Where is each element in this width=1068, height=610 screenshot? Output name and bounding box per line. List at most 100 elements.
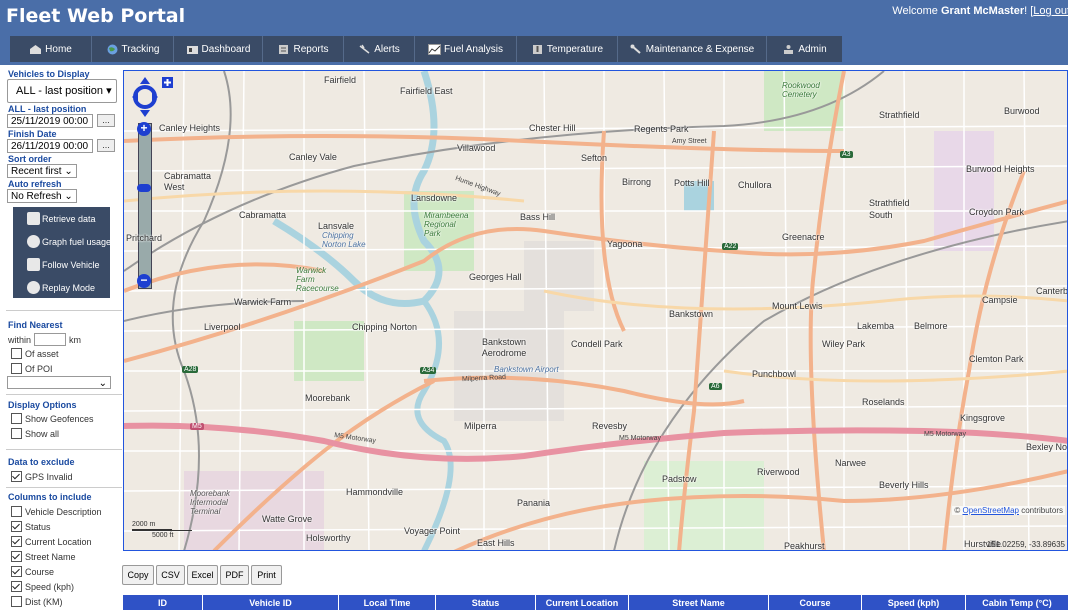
of-poi-label: Of POI xyxy=(25,363,53,374)
credit-suffix: contributors xyxy=(1018,506,1063,515)
checkbox-checked[interactable] xyxy=(11,566,22,577)
map-label: Lansdowne xyxy=(411,193,458,203)
map-canvas xyxy=(124,71,1067,550)
welcome-prefix: Welcome xyxy=(892,5,941,17)
graph-fuel-button[interactable]: Graph fuel usage xyxy=(27,235,111,248)
column-label: Status xyxy=(25,521,51,532)
column-dist-checkbox[interactable]: Dist (KM) xyxy=(11,596,63,607)
map-label: Fairfield East xyxy=(400,86,453,96)
column-status-checkbox[interactable]: Status xyxy=(11,521,51,532)
nav-maintenance[interactable]: Maintenance & Expense xyxy=(618,36,767,62)
auto-refresh-value: No Refresh xyxy=(11,191,62,202)
nav-temperature[interactable]: Temperature xyxy=(517,36,618,62)
zoom-out-icon[interactable]: − xyxy=(137,274,151,288)
checkbox-checked[interactable] xyxy=(11,536,22,547)
column-header-street-name[interactable]: Street Name xyxy=(629,595,769,610)
zoom-handle[interactable] xyxy=(137,184,151,192)
road-label: M5 Motorway xyxy=(924,431,967,438)
show-all-checkbox[interactable]: Show all xyxy=(11,428,59,439)
welcome-suffix: ! [ xyxy=(1024,5,1034,17)
checkbox[interactable] xyxy=(11,348,22,359)
column-header-course[interactable]: Course xyxy=(769,595,862,610)
header-bar: Fleet Web Portal Welcome Grant McMaster!… xyxy=(0,0,1068,35)
map-view[interactable]: + − Fairfield Fairfield East Chester Hil… xyxy=(123,70,1068,551)
map-attribution: © OpenStreetMap contributors xyxy=(952,506,1065,515)
column-course-checkbox[interactable]: Course xyxy=(11,566,54,577)
column-vehicle-description-checkbox[interactable]: Vehicle Description xyxy=(11,506,102,517)
retrieve-data-button[interactable]: Retrieve data xyxy=(27,212,96,225)
sort-order-label: Sort order xyxy=(8,154,52,164)
column-speed-checkbox[interactable]: Speed (kph) xyxy=(11,581,74,592)
within-km-input[interactable] xyxy=(34,333,67,346)
follow-vehicle-label: Follow Vehicle xyxy=(42,259,100,270)
nav-tracking[interactable]: Tracking xyxy=(92,36,174,62)
pdf-button[interactable]: PDF xyxy=(220,565,249,585)
start-date-input[interactable]: 25/11/2019 00:00 xyxy=(7,114,93,128)
map-label: Campsie xyxy=(982,295,1018,305)
nav-dashboard[interactable]: Dashboard xyxy=(174,36,263,62)
checkbox-checked[interactable] xyxy=(11,471,22,482)
zoom-slider[interactable] xyxy=(138,123,152,289)
gps-invalid-checkbox[interactable]: GPS Invalid xyxy=(11,471,73,482)
sort-order-select[interactable]: Recent first ⌄ xyxy=(7,164,77,178)
nav-reports[interactable]: Reports xyxy=(263,36,344,62)
checkbox[interactable] xyxy=(11,363,22,374)
nav-alerts[interactable]: Alerts xyxy=(344,36,415,62)
nav-home-label: Home xyxy=(45,43,72,55)
map-label: Warwick Farm xyxy=(234,297,292,307)
column-header-id[interactable]: ID xyxy=(123,595,203,610)
replay-mode-button[interactable]: Replay Mode xyxy=(27,281,95,294)
sidebar: Vehicles to Display ALL - last position … xyxy=(0,67,122,610)
excel-button[interactable]: Excel xyxy=(187,565,218,585)
map-label: Bexley No xyxy=(1026,442,1068,452)
vehicles-select[interactable]: ALL - last position ▾ xyxy=(7,79,117,103)
auto-refresh-select[interactable]: No Refresh ⌄ xyxy=(7,189,77,203)
map-label: Croydon Park xyxy=(969,207,1025,217)
zoom-in-icon[interactable]: + xyxy=(137,122,151,136)
map-label: Cabramatta West xyxy=(164,171,212,192)
map-label: Clemton Park xyxy=(969,354,1024,364)
csv-button[interactable]: CSV xyxy=(156,565,185,585)
pan-control-icon[interactable] xyxy=(132,75,174,119)
checkbox[interactable] xyxy=(11,596,22,607)
print-button[interactable]: Print xyxy=(251,565,282,585)
column-header-vehicle-id[interactable]: Vehicle ID xyxy=(203,595,339,610)
map-label: Greenacre xyxy=(782,232,825,242)
start-date-button[interactable]: ... xyxy=(97,114,115,127)
map-label: Mount Lewis xyxy=(772,301,823,311)
checkbox-checked[interactable] xyxy=(11,521,22,532)
map-label: Pritchard xyxy=(126,233,163,243)
checkbox-checked[interactable] xyxy=(11,581,22,592)
checkbox[interactable] xyxy=(11,413,22,424)
column-header-local-time[interactable]: Local Time xyxy=(339,595,436,610)
logout-link[interactable]: Log out xyxy=(1033,5,1068,17)
of-poi-checkbox[interactable]: Of POI xyxy=(11,363,53,374)
column-header-current-location[interactable]: Current Location xyxy=(536,595,629,610)
checkbox[interactable] xyxy=(11,428,22,439)
find-nearest-label: Find Nearest xyxy=(8,320,63,330)
column-current-location-checkbox[interactable]: Current Location xyxy=(11,536,92,547)
finish-date-label: Finish Date xyxy=(8,129,57,139)
of-asset-checkbox[interactable]: Of asset xyxy=(11,348,59,359)
show-geofences-checkbox[interactable]: Show Geofences xyxy=(11,413,94,424)
checkbox[interactable] xyxy=(11,506,22,517)
finish-date-input[interactable]: 26/11/2019 00:00 xyxy=(7,139,93,153)
checkbox-checked[interactable] xyxy=(11,551,22,562)
column-header-speed[interactable]: Speed (kph) xyxy=(862,595,966,610)
osm-link[interactable]: OpenStreetMap xyxy=(962,506,1018,515)
finish-date-button[interactable]: ... xyxy=(97,139,115,152)
nav-home[interactable]: Home xyxy=(10,36,92,62)
map-label: Milperra xyxy=(464,421,497,431)
last-position-label: ALL - last position xyxy=(8,104,87,114)
road-label: M5 Motorway xyxy=(619,435,662,442)
column-header-cabin-temp[interactable]: Cabin Temp (°C) xyxy=(966,595,1068,610)
nearest-select[interactable]: ⌄ xyxy=(7,376,111,389)
nav-fuel-analysis[interactable]: Fuel Analysis xyxy=(415,36,517,62)
reports-icon xyxy=(279,44,289,54)
map-label: Riverwood xyxy=(757,467,800,477)
column-header-status[interactable]: Status xyxy=(436,595,536,610)
column-street-name-checkbox[interactable]: Street Name xyxy=(11,551,76,562)
copy-button[interactable]: Copy xyxy=(122,565,154,585)
nav-admin[interactable]: Admin xyxy=(767,36,842,62)
follow-vehicle-button[interactable]: Follow Vehicle xyxy=(27,258,100,271)
